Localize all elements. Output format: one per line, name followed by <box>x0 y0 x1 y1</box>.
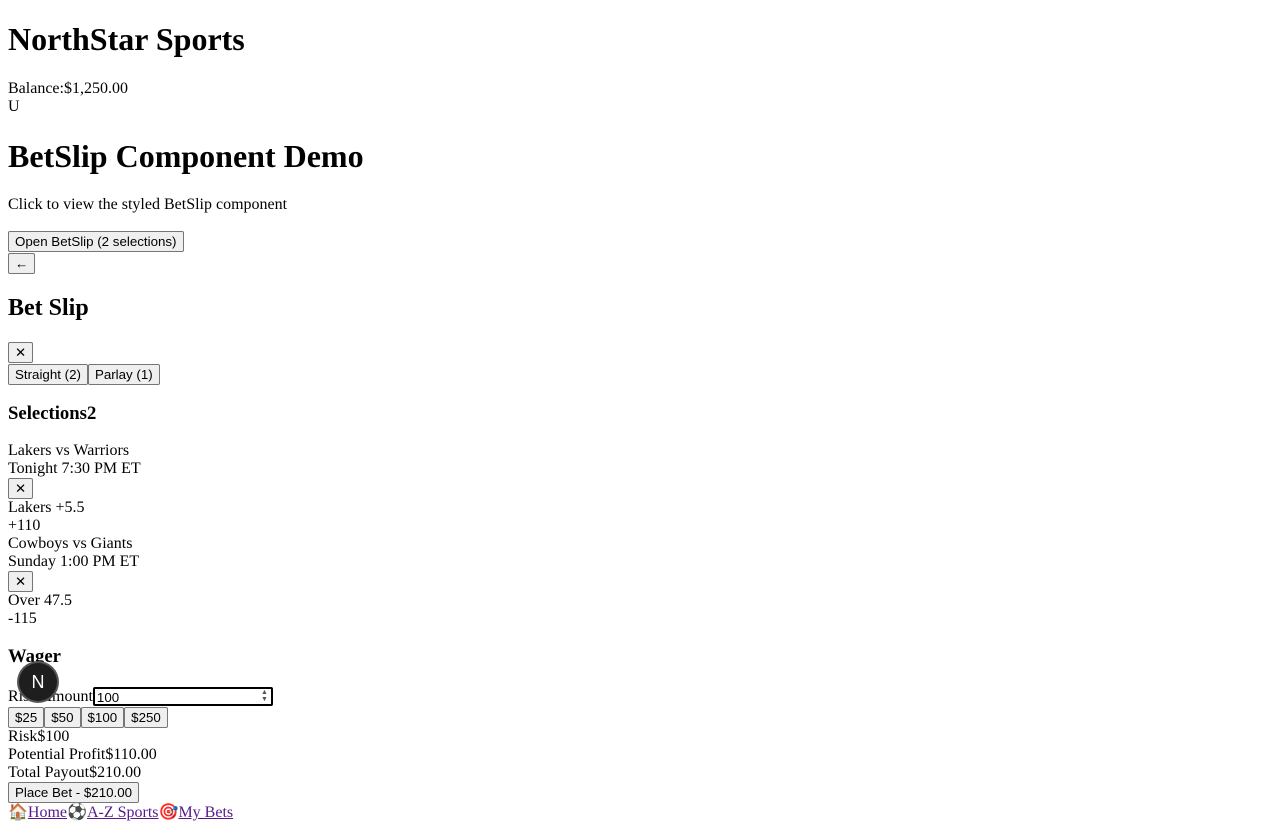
bet-type-tabs: Straight (2) Parlay (1) <box>8 364 1272 385</box>
profit-row: Potential Profit$110.00 <box>8 746 1272 764</box>
risk-amount-input[interactable]: 100 ▲ ▼ <box>92 687 273 706</box>
bottom-nav: 🏠Home⚽A-Z Sports🎯My Bets <box>8 804 1272 822</box>
balance: Balance:$1,250.00 <box>8 80 1272 98</box>
profit-label: Potential Profit <box>8 746 106 763</box>
quick-amount-100-button[interactable]: $100 <box>80 707 125 728</box>
open-betslip-button[interactable]: Open BetSlip (2 selections) <box>8 231 184 252</box>
risk-row: Risk$100 <box>8 728 1272 746</box>
balance-value: $1,250.00 <box>63 80 128 97</box>
risk-label: Risk <box>8 728 38 745</box>
selection-card: Lakers vs Warriors Tonight 7:30 PM ET ✕ … <box>8 442 1272 535</box>
fab-letter: N <box>31 672 45 692</box>
floating-action-button[interactable]: N <box>19 663 57 701</box>
selection-match: Cowboys vs Giants <box>8 535 133 552</box>
quick-amounts: $25 $50 $100 $250 <box>8 707 1272 728</box>
selection-time: Tonight 7:30 PM ET <box>8 460 141 477</box>
quick-amount-250-button[interactable]: $250 <box>124 707 168 728</box>
quick-amount-25-button[interactable]: $25 <box>8 707 45 728</box>
risk-amount-row: Risk Amount 100 ▲ ▼ <box>8 686 1272 707</box>
wager-heading: Wager <box>8 646 61 667</box>
selection-card: Cowboys vs Giants Sunday 1:00 PM ET ✕ Ov… <box>8 535 1272 628</box>
demo-title: BetSlip Component Demo <box>8 138 364 174</box>
demo-section: BetSlip Component Demo Click to view the… <box>8 138 1272 274</box>
quick-amount-50-button[interactable]: $50 <box>44 707 81 728</box>
selection-match: Lakers vs Warriors <box>8 442 130 459</box>
risk-value: $100 <box>37 728 70 745</box>
nav-my-bets-link[interactable]: My Bets <box>178 804 233 821</box>
balance-label: Balance: <box>8 80 64 97</box>
selection-pick: Lakers +5.5 <box>8 499 85 516</box>
back-button[interactable]: ← <box>8 253 36 274</box>
selections-count: 2 <box>86 403 97 424</box>
target-icon: 🎯 <box>158 804 179 821</box>
brand-title: NorthStar Sports <box>8 21 245 57</box>
risk-amount-value: 100 <box>96 690 120 705</box>
user-avatar[interactable]: U <box>8 98 1272 116</box>
nav-home-link[interactable]: Home <box>28 804 67 821</box>
soccer-ball-icon: ⚽ <box>67 804 87 821</box>
place-bet-button[interactable]: Place Bet - $210.00 <box>8 782 140 803</box>
profit-value: $110.00 <box>105 746 157 763</box>
payout-row: Total Payout$210.00 <box>8 764 1272 782</box>
app-header: NorthStar Sports Balance:$1,250.00 U <box>8 0 1272 116</box>
wager-section: Wager Risk Amount 100 ▲ ▼ $25 $50 $100 $250 Ri… <box>8 646 1272 803</box>
payout-label: Total Payout <box>8 764 90 781</box>
selection-odds: -115 <box>8 610 37 627</box>
remove-selection-button[interactable]: ✕ <box>8 478 34 499</box>
home-icon: 🏠 <box>8 804 28 821</box>
tab-straight[interactable]: Straight (2) <box>8 364 88 385</box>
payout-value: $210.00 <box>89 764 142 781</box>
close-betslip-button[interactable]: ✕ <box>8 342 34 363</box>
selection-odds: +110 <box>8 517 41 534</box>
nav-sports-link[interactable]: A-Z Sports <box>87 804 159 821</box>
selection-time: Sunday 1:00 PM ET <box>8 553 140 570</box>
remove-selection-button[interactable]: ✕ <box>8 571 34 592</box>
betslip-title: Bet Slip <box>8 295 89 321</box>
selections-label: Selections <box>8 403 87 424</box>
tab-parlay[interactable]: Parlay (1) <box>87 364 160 385</box>
selections-heading: Selections2 <box>8 403 1272 425</box>
spinner-arrows-icon[interactable]: ▲ ▼ <box>261 689 268 703</box>
demo-subtitle: Click to view the styled BetSlip compone… <box>8 196 288 213</box>
betslip-panel: Bet Slip ✕ Straight (2) Parlay (1) Select… <box>8 294 1272 803</box>
selection-pick: Over 47.5 <box>8 592 72 609</box>
